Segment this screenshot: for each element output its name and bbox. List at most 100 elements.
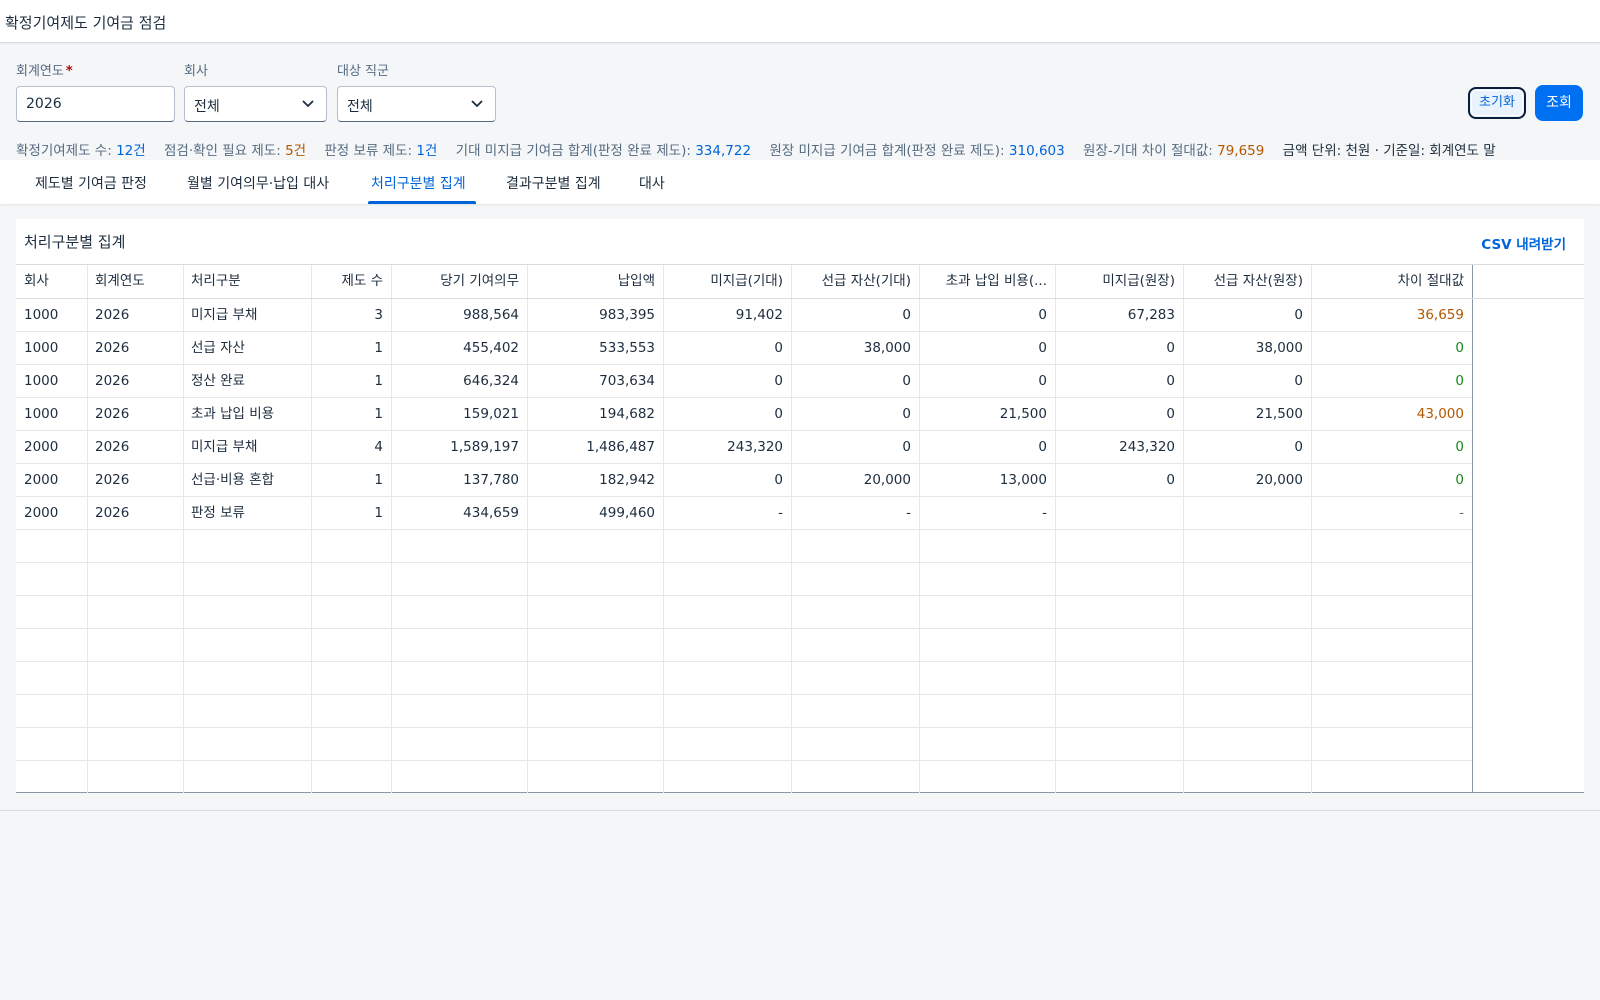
active-tab-indicator (368, 201, 476, 204)
company-select[interactable]: 전체 (184, 86, 327, 122)
table-row[interactable]: 1000 2026 초과 납입 비용 1 159,021 194,682 0 0 21,500 0… (16, 398, 1472, 431)
table-cell: - (1042, 505, 1047, 521)
table-cell: 703,634 (599, 373, 655, 389)
group-select[interactable]: 전체 (337, 86, 496, 122)
table-cell: 1000 (24, 340, 59, 356)
kpi-strip: 확정기여제도 수: 12건 점검·확인 필요 제도: 5건 판정 보류 제도: … (16, 139, 1496, 159)
table-cell: 0 (774, 373, 783, 389)
csv-download-button[interactable]: CSV 내려받기 (1481, 233, 1566, 253)
table-row[interactable]: 2000 2026 미지급 부채 4 1,589,197 1,486,487 243,320… (16, 431, 1472, 464)
table-cell: 159,021 (463, 406, 519, 422)
table-cell: 182,942 (599, 472, 655, 488)
table-cell: 0 (1038, 439, 1047, 455)
kpi-value: 310,603 (1008, 143, 1065, 159)
column-header[interactable]: 제도 수 (311, 265, 391, 297)
tab-by-result[interactable]: 결과구분별 집계 (506, 173, 601, 193)
table-cell: 21,500 (1255, 406, 1303, 422)
table-cell: 0 (1166, 406, 1175, 422)
table-cell: 판정 보류 (191, 505, 245, 521)
table-row[interactable]: 1000 2026 선급 자산 1 455,402 533,553 0 38,000 0 0 38,… (16, 332, 1472, 365)
column-header[interactable]: 차이 절대값 (1311, 265, 1472, 297)
page-title: 확정기여제도 기여금 점검 (5, 14, 167, 32)
kpi-plan-count: 확정기여제도 수: 12건 (16, 143, 146, 159)
table-cell: 1 (374, 373, 383, 389)
column-header[interactable]: 초과 납입 비용(... (919, 265, 1055, 297)
column-header[interactable]: 선급 자산(기대) (791, 265, 919, 297)
group-select-value: 전체 (347, 99, 373, 115)
row-divider (16, 562, 1472, 563)
table-cell: 455,402 (463, 340, 519, 356)
table-cell: 2026 (95, 406, 130, 422)
table-cell: 243,320 (727, 439, 783, 455)
table-cell: - (778, 505, 783, 521)
filter-bar: 회계연도 * 2026 회사 전체 대상 직군 전체 초기화 조회 확정기여제도 … (0, 44, 1600, 160)
column-header[interactable]: 미지급(원장) (1055, 265, 1183, 297)
tab-reconcile[interactable]: 대사 (639, 173, 665, 193)
table-cell: 1 (374, 406, 383, 422)
table-cell (1183, 497, 1311, 530)
table-cell: 20,000 (863, 472, 911, 488)
kpi-label: 원장 미지급 기여금 합계(판정 완료 제도): (769, 143, 1005, 159)
table-cell: 434,659 (463, 505, 519, 521)
column-header[interactable]: 처리구분 (183, 265, 311, 297)
chevron-down-icon (302, 100, 314, 108)
table-cell: 0 (774, 472, 783, 488)
kpi-expected-accrued: 기대 미지급 기여금 합계(판정 완료 제도): 334,722 (456, 143, 751, 159)
table-cell: 3 (374, 307, 383, 323)
company-select-value: 전체 (194, 99, 220, 115)
year-input[interactable]: 2026 (16, 86, 175, 122)
tab-plan-judgement[interactable]: 제도별 기여금 판정 (35, 173, 147, 193)
table-cell: 0 (1294, 439, 1303, 455)
table-cell: 988,564 (463, 307, 519, 323)
column-divider[interactable] (1472, 265, 1473, 793)
table-row[interactable]: 1000 2026 정산 완료 1 646,324 703,634 0 0 0 0 0 0 (16, 365, 1472, 398)
year-label-text: 회계연도 (16, 64, 64, 79)
table-row[interactable]: 2000 2026 선급·비용 혼합 1 137,780 182,942 0 20,000 13… (16, 464, 1472, 497)
kpi-check-needed: 점검·확인 필요 제도: 5건 (164, 143, 306, 159)
table-cell: 137,780 (463, 472, 519, 488)
table-cell: 0 (1455, 439, 1464, 455)
row-divider (16, 595, 1472, 596)
column-header[interactable]: 선급 자산(원장) (1183, 265, 1311, 297)
column-header[interactable]: 미지급(기대) (663, 265, 791, 297)
table-cell: 0 (1294, 307, 1303, 323)
table-cell: 2026 (95, 307, 130, 323)
table-cell: 정산 완료 (191, 373, 245, 389)
kpi-on-hold: 판정 보류 제도: 1건 (324, 143, 437, 159)
table-cell: 646,324 (463, 373, 519, 389)
table-row[interactable]: 1000 2026 미지급 부채 3 988,564 983,395 91,402 0 0 67,… (16, 299, 1472, 332)
kpi-value: 79,659 (1217, 143, 1265, 159)
table-cell: 0 (774, 406, 783, 422)
table-cell: 0 (902, 406, 911, 422)
table-cell: 1000 (24, 307, 59, 323)
column-header[interactable]: 회사 (16, 265, 87, 297)
table-row[interactable]: 2000 2026 판정 보류 1 434,659 499,460 - - - - (16, 497, 1472, 530)
table-cell: 43,000 (1416, 406, 1464, 422)
column-header[interactable]: 당기 기여의무 (391, 265, 527, 297)
search-button[interactable]: 조회 (1535, 85, 1583, 121)
table-cell: 0 (902, 439, 911, 455)
required-mark: * (65, 64, 73, 79)
summary-panel: 처리구분별 집계 CSV 내려받기 회사 회계연도 처리구분 제도 수 당기 기여의무 납… (16, 219, 1584, 793)
table-cell: 2026 (95, 472, 130, 488)
reset-button[interactable]: 초기화 (1468, 87, 1526, 119)
chevron-down-icon (471, 100, 483, 108)
column-header[interactable]: 납입액 (527, 265, 663, 297)
table-cell: 0 (774, 340, 783, 356)
tab-monthly-reconciliation[interactable]: 월별 기여의무·납입 대사 (187, 173, 329, 193)
kpi-abs-diff: 원장-기대 차이 절대값: 79,659 (1083, 143, 1264, 159)
table-cell: 2026 (95, 439, 130, 455)
tab-by-treatment[interactable]: 처리구분별 집계 (371, 173, 466, 193)
table-cell: 2026 (95, 340, 130, 356)
company-label: 회사 (184, 64, 208, 79)
table-cell: 4 (374, 439, 383, 455)
table-cell: 36,659 (1416, 307, 1464, 323)
divider (0, 810, 1600, 811)
column-header[interactable]: 회계연도 (87, 265, 183, 297)
kpi-value: 334,722 (695, 143, 752, 159)
table-cell: 533,553 (599, 340, 655, 356)
table-cell: 0 (1455, 340, 1464, 356)
table-cell: 0 (1166, 373, 1175, 389)
table-cell: 38,000 (1255, 340, 1303, 356)
table-cell: 1 (374, 505, 383, 521)
